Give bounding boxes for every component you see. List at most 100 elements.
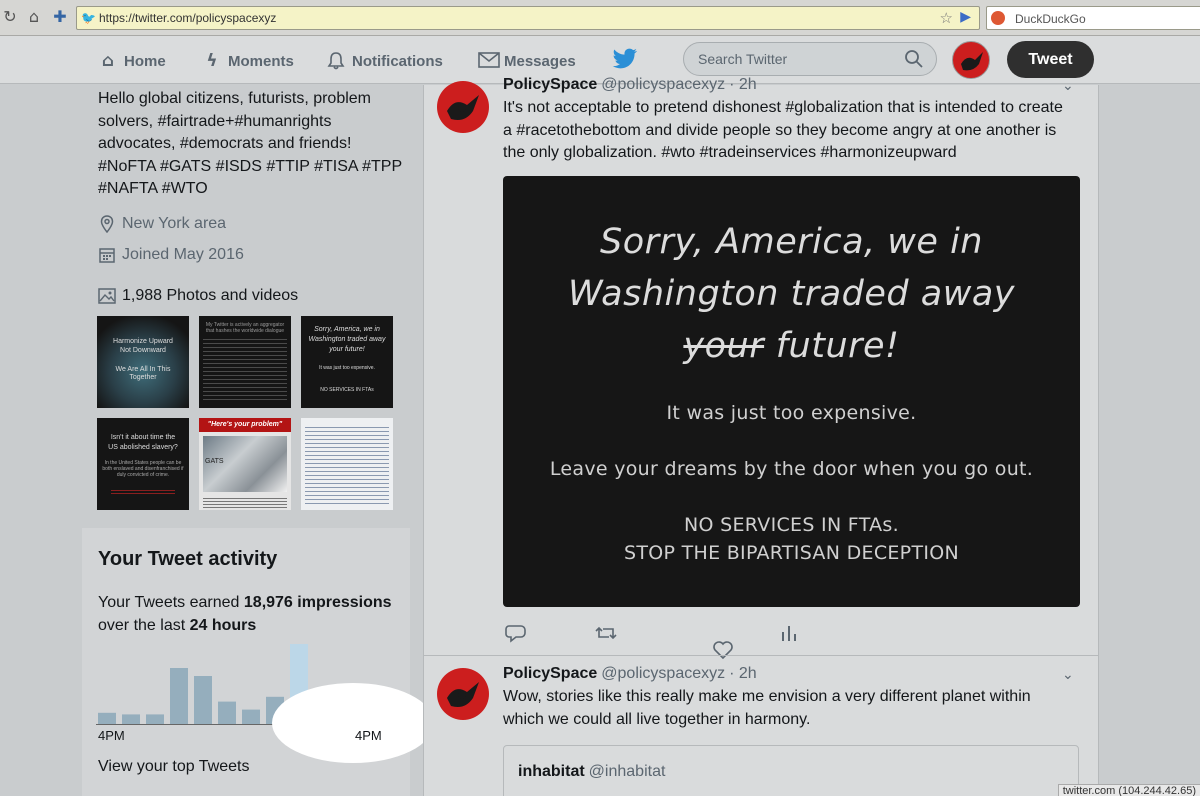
quote-author-name[interactable]: inhabitat [518, 763, 585, 781]
tweet-author-name[interactable]: PolicySpace [503, 76, 597, 94]
location-pin-icon [98, 215, 116, 234]
image-icon [98, 287, 116, 305]
thumb-caption: US abolished slavery? [108, 444, 178, 451]
profile-location: New York area [98, 215, 226, 234]
thumb-caption: GATS [205, 458, 224, 465]
image-line: It was just too expensive. [666, 402, 917, 424]
activity-bar[interactable] [98, 712, 116, 724]
photos-videos-link[interactable]: 1,988 Photos and videos [98, 287, 298, 305]
activity-desc-prefix: Your Tweets earned [98, 594, 244, 611]
retweet-icon[interactable] [595, 623, 617, 643]
activity-bar[interactable] [170, 668, 188, 724]
nav-messages-label: Messages [504, 52, 576, 70]
activity-bar[interactable] [218, 701, 236, 724]
bookmark-star-icon[interactable]: ☆ [940, 9, 953, 27]
profile-bio: Hello global citizens, futurists, proble… [98, 90, 402, 197]
browser-search-box[interactable]: DuckDuckGo [986, 6, 1200, 30]
reload-icon[interactable]: ↻ [0, 7, 20, 27]
envelope-icon [478, 51, 500, 71]
quoted-tweet-card[interactable]: inhabitat @inhabitat [503, 745, 1079, 796]
tweet-header: PolicySpace @policyspacexyz · 2h [503, 665, 757, 683]
reply-icon[interactable] [505, 623, 527, 643]
browser-toolbar: ↻ ⌂ ✚ 🐦 https://twitter.com/policyspacex… [0, 0, 1200, 36]
thumb-caption: "Here's your problem" [207, 421, 283, 428]
search-input[interactable]: Search Twitter [683, 42, 937, 76]
tweet-text: Wow, stories like this really make me en… [503, 688, 1031, 728]
activity-bar[interactable] [146, 714, 164, 724]
tweet-time[interactable]: · 2h [729, 76, 757, 94]
search-placeholder: Search Twitter [698, 51, 788, 67]
thumb-caption: your future! [329, 346, 365, 353]
photo-thumb[interactable]: Harmonize Upward Not Downward We Are All… [97, 316, 189, 408]
nav-moments[interactable]: ϟ Moments [202, 50, 294, 72]
search-icon[interactable] [904, 49, 924, 69]
tweet-avatar[interactable] [437, 668, 489, 720]
search-engine-label[interactable]: DuckDuckGo [1015, 12, 1086, 26]
nav-moments-label: Moments [228, 52, 294, 70]
url-bar[interactable]: 🐦 https://twitter.com/policyspacexyz ☆ ▶ [76, 6, 980, 30]
twitter-bird-icon[interactable] [612, 48, 638, 70]
thumb-caption: Isn't it about time the [110, 434, 176, 441]
nav-messages[interactable]: Messages [478, 50, 576, 72]
highlight-oval [272, 683, 434, 763]
activity-bar[interactable] [194, 676, 212, 724]
new-tab-icon[interactable]: ✚ [50, 7, 70, 27]
url-text[interactable]: https://twitter.com/policyspacexyz [99, 11, 276, 25]
thumb-caption: My Twitter is actively an aggregator tha… [205, 322, 285, 334]
image-line: Sorry, America, we in [600, 222, 983, 262]
view-top-tweets-link[interactable]: View your top Tweets [98, 758, 250, 776]
image-line-rest: future! [764, 326, 900, 366]
home-icon: ⌂ [101, 51, 115, 71]
chevron-down-icon[interactable]: ⌄ [1062, 667, 1074, 683]
activity-bar[interactable] [122, 714, 140, 724]
tweet-avatar[interactable] [437, 81, 489, 133]
thumb-caption: NO SERVICES IN FTAs [320, 387, 374, 393]
image-strikethrough-word: your [683, 326, 765, 366]
photos-text: 1,988 Photos and videos [122, 287, 299, 304]
chart-label-start: 4PM [98, 728, 125, 743]
image-line: STOP THE BIPARTISAN DECEPTION [623, 542, 960, 564]
account-avatar[interactable] [952, 41, 990, 79]
home-icon[interactable]: ⌂ [24, 7, 44, 27]
bell-icon [326, 51, 346, 71]
activity-title: Your Tweet activity [98, 548, 278, 570]
image-line: your future! [503, 326, 1080, 366]
tweet-text: It's not acceptable to pretend dishonest… [503, 99, 1063, 161]
tweet-image[interactable]: Sorry, America, we in Washington traded … [503, 176, 1080, 607]
image-line: Leave your dreams by the door when you g… [549, 458, 1034, 480]
lightning-icon: ϟ [206, 51, 218, 71]
activity-description: Your Tweets earned 18,976 impressions ov… [98, 592, 398, 637]
analytics-icon[interactable] [778, 623, 800, 643]
tweet-author-handle[interactable]: @policyspacexyz [601, 76, 725, 94]
nav-home[interactable]: ⌂ Home [98, 50, 166, 72]
thumb-caption: Not Downward [120, 347, 166, 354]
go-arrow-icon[interactable]: ▶ [960, 9, 971, 25]
tweet-author-name[interactable]: PolicySpace [503, 665, 597, 683]
photo-thumb[interactable]: Isn't it about time the US abolished sla… [97, 418, 189, 510]
impressions-word: impressions [297, 594, 392, 611]
thumb-caption: Harmonize Upward [113, 338, 173, 345]
photo-thumb[interactable]: "Here's your problem" GATS [199, 418, 291, 510]
thumb-text-block [203, 336, 287, 402]
photo-thumb[interactable] [301, 418, 393, 510]
joined-text: Joined May 2016 [122, 246, 244, 263]
like-icon[interactable] [712, 640, 734, 660]
tweet-time[interactable]: · 2h [729, 665, 757, 683]
thumb-text-block [203, 496, 287, 508]
location-text[interactable]: New York area [122, 215, 226, 233]
tweet-author-handle[interactable]: @policyspacexyz [601, 665, 725, 683]
photo-grid: Harmonize Upward Not Downward We Are All… [97, 316, 393, 510]
thumb-caption: In the United States people can be both … [102, 460, 184, 478]
twitter-favicon: 🐦 [81, 11, 96, 25]
activity-bar[interactable] [242, 709, 260, 724]
nav-notifications[interactable]: Notifications [326, 50, 443, 72]
photo-thumb[interactable]: My Twitter is actively an aggregator tha… [199, 316, 291, 408]
photo-thumb[interactable]: Sorry, America, we in Washington traded … [301, 316, 393, 408]
tweet-button[interactable]: Tweet [1007, 41, 1094, 78]
quote-author-handle[interactable]: @inhabitat [589, 763, 666, 781]
nav-home-label: Home [124, 52, 166, 70]
tweet-header: PolicySpace @policyspacexyz · 2h [503, 76, 757, 94]
chevron-down-icon[interactable]: ⌄ [1062, 78, 1074, 94]
nav-notifications-label: Notifications [352, 52, 443, 70]
thumb-red-text [111, 488, 175, 496]
